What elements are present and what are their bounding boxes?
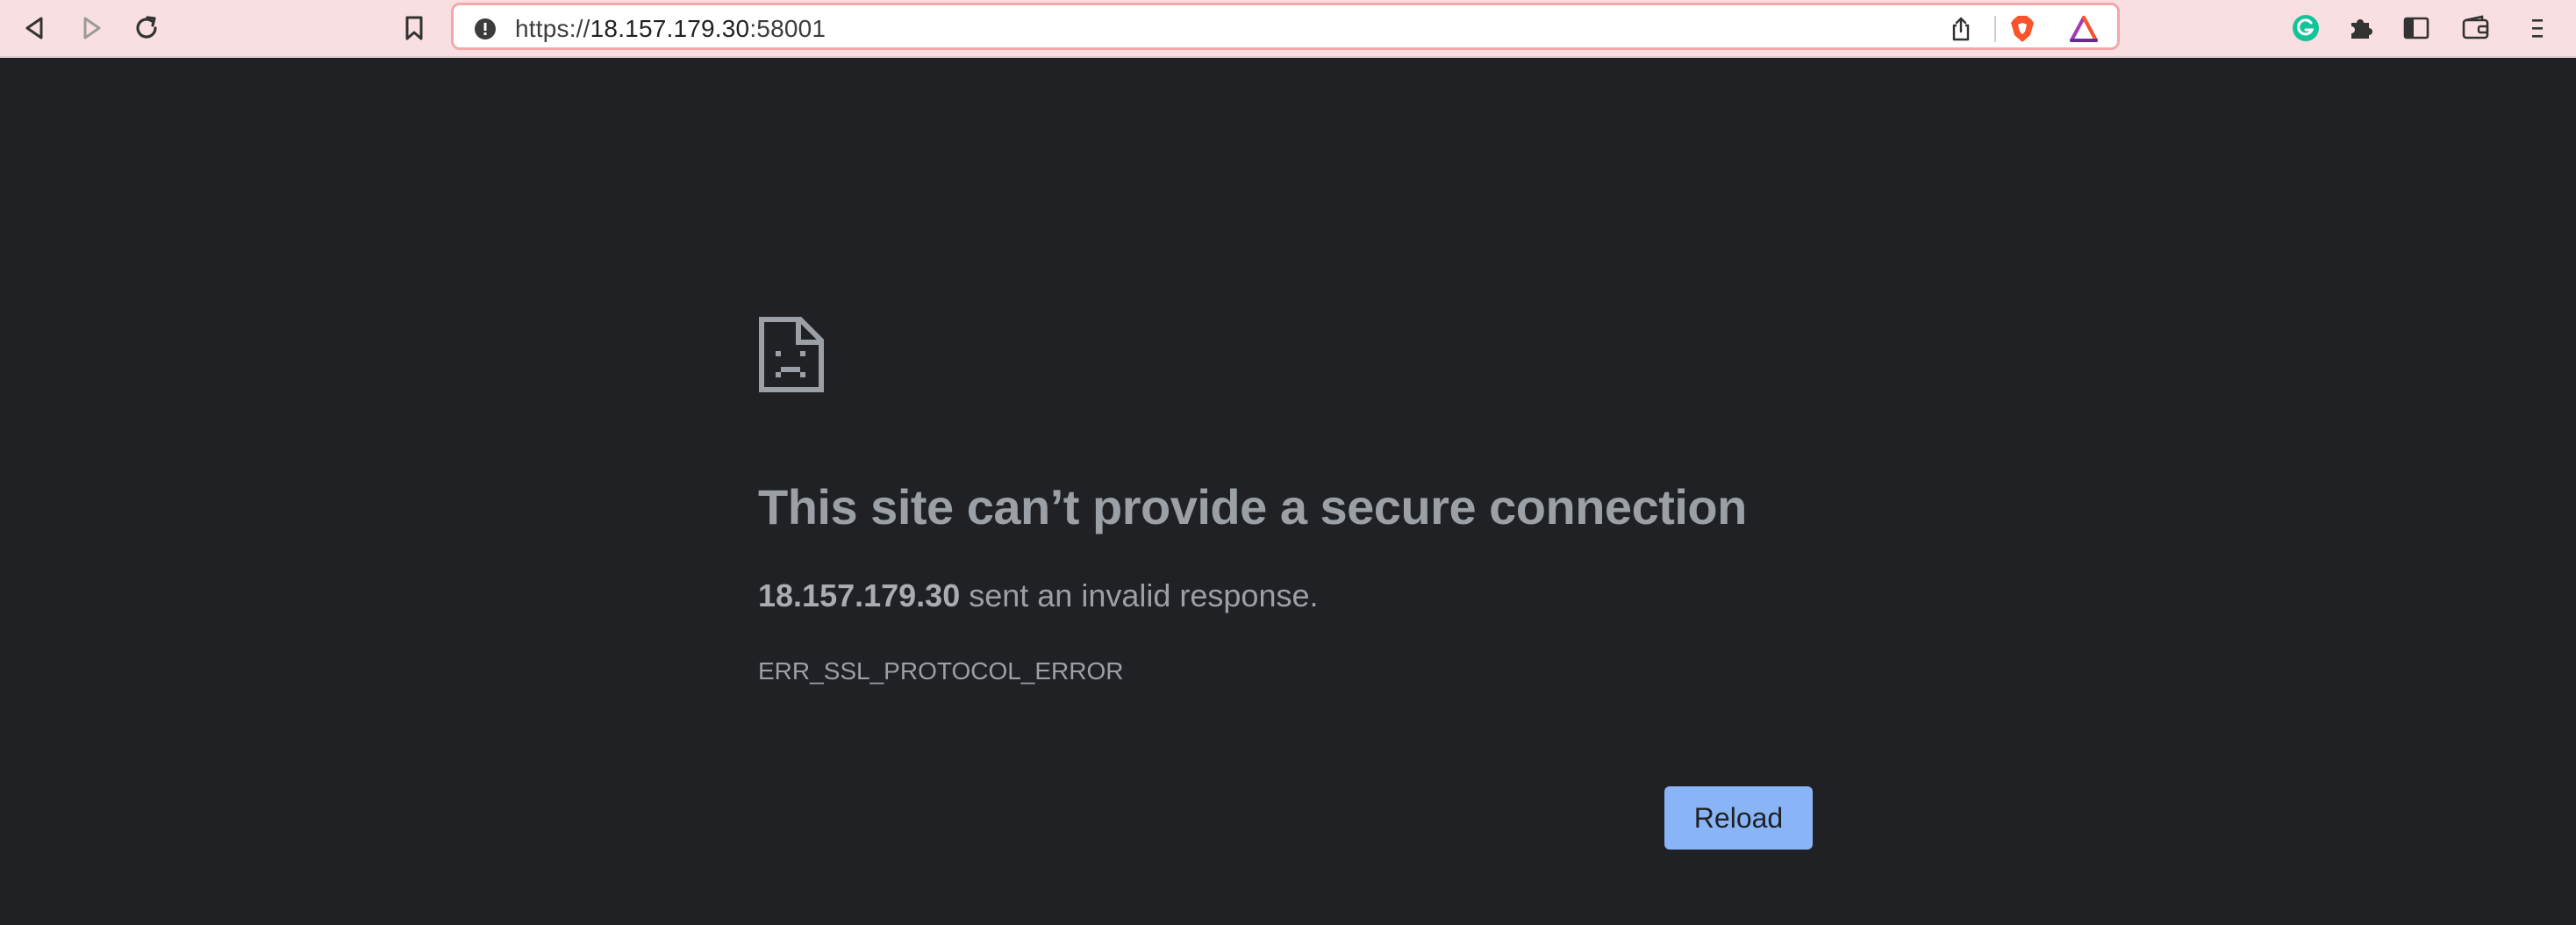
back-arrow-icon[interactable] [14, 7, 56, 49]
url-text[interactable]: https://18.157.179.30:58001 [515, 15, 826, 43]
menu-icon[interactable] [2516, 7, 2558, 49]
address-bar[interactable]: https://18.157.179.30:58001 [451, 3, 2120, 50]
url-port: :58001 [749, 15, 826, 42]
brave-shields-icon[interactable] [2007, 13, 2038, 45]
url-scheme: https:// [515, 15, 590, 42]
page-title: This site can’t provide a secure connect… [758, 479, 1747, 534]
url-host: 18.157.179.30 [590, 15, 750, 42]
omnibox-divider [1994, 16, 1996, 42]
wallet-icon[interactable] [2455, 7, 2497, 49]
brave-rewards-icon[interactable] [2068, 13, 2100, 45]
share-icon[interactable] [1945, 13, 1977, 45]
error-page: This site can’t provide a secure connect… [0, 58, 2576, 925]
sad-file-icon [758, 316, 825, 398]
reload-button[interactable]: Reload [1664, 786, 1813, 850]
browser-toolbar: https://18.157.179.30:58001 [0, 0, 2576, 58]
error-host: 18.157.179.30 [758, 577, 961, 613]
sidebar-icon[interactable] [2395, 7, 2437, 49]
error-code: ERR_SSL_PROTOCOL_ERROR [758, 657, 1124, 685]
forward-arrow-icon[interactable] [70, 7, 112, 49]
puzzle-icon[interactable] [2340, 7, 2382, 49]
error-message: sent an invalid response. [960, 577, 1319, 613]
grammarly-icon[interactable] [2285, 7, 2327, 49]
error-description: 18.157.179.30 sent an invalid response. [758, 577, 1319, 614]
not-secure-icon[interactable] [469, 13, 501, 45]
bookmark-icon[interactable] [393, 7, 435, 49]
reload-icon[interactable] [125, 7, 168, 49]
